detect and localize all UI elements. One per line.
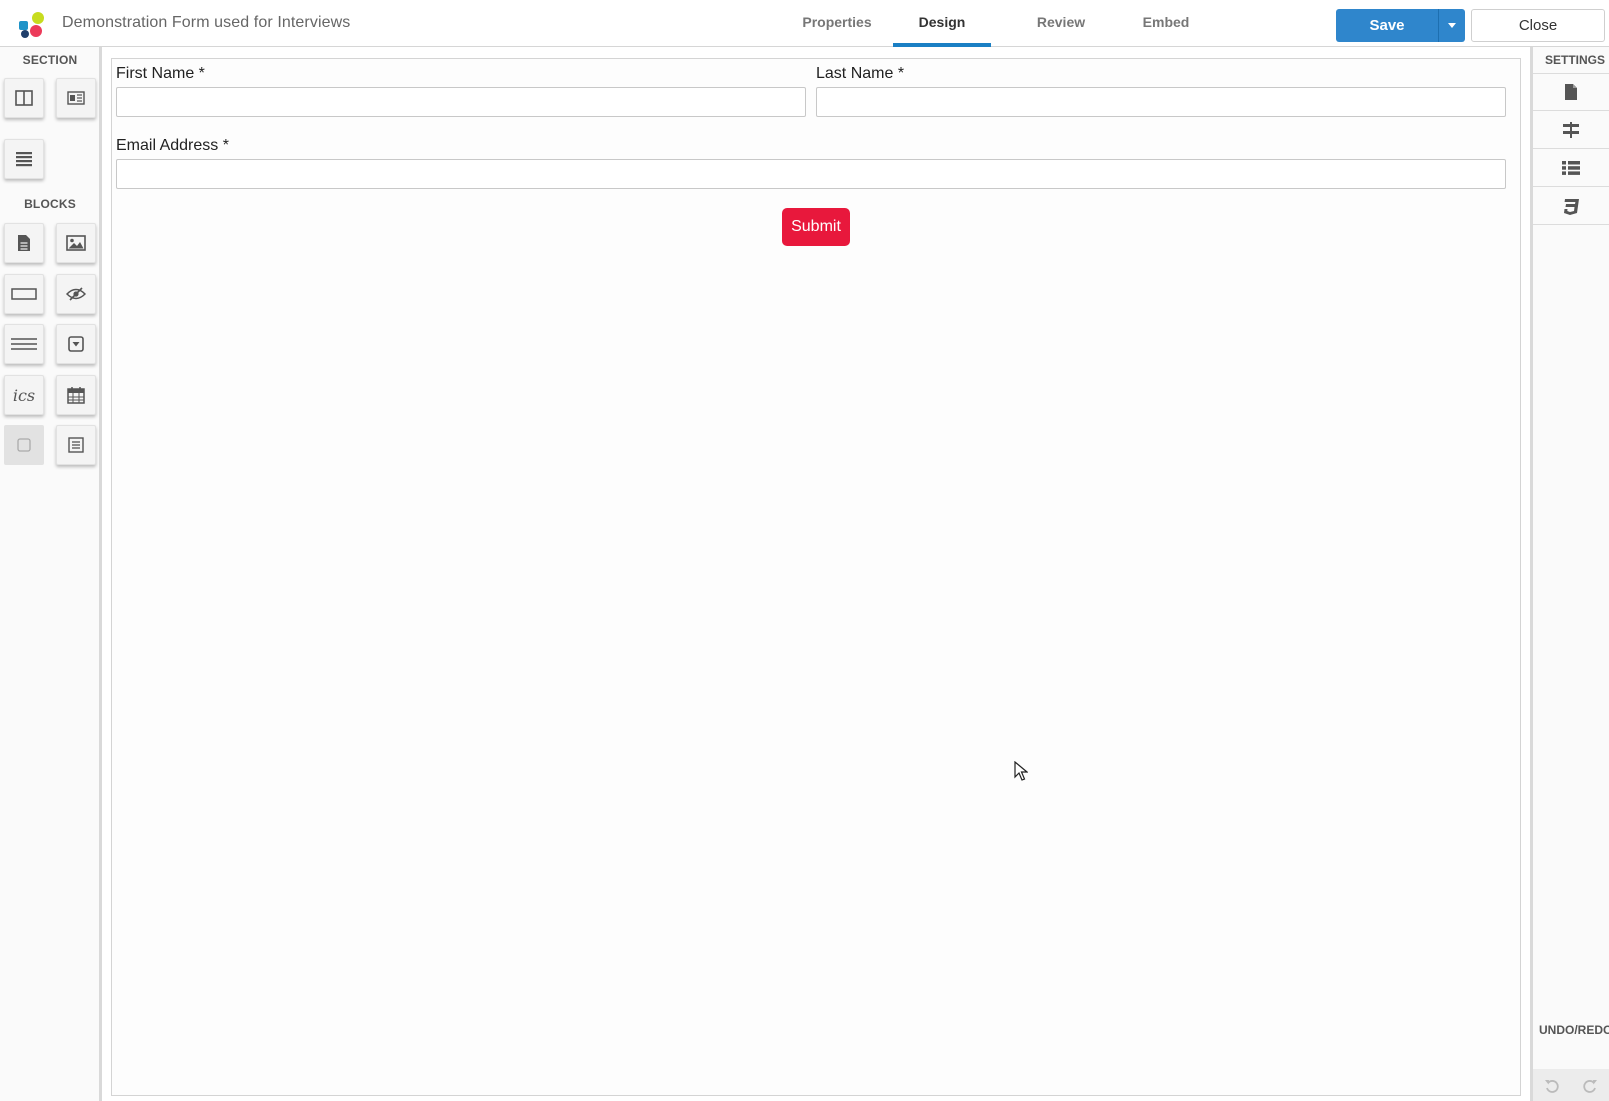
layout-settings-icon [1563, 121, 1579, 138]
checkbox-block-tool[interactable] [4, 425, 44, 465]
undo-redo-heading: UNDO/REDO [1539, 1023, 1609, 1037]
tab-review[interactable]: Review [1026, 0, 1096, 47]
form-title: Demonstration Form used for Interviews [62, 14, 351, 31]
save-button-group: Save [1336, 9, 1465, 42]
text-input-icon [11, 288, 37, 300]
right-sidebar: SETTINGS UNDO/REDO [1530, 47, 1609, 1101]
left-sidebar: SECTION BLOCKS ics [0, 47, 102, 1101]
first-name-input[interactable] [116, 87, 806, 117]
redo-icon[interactable] [1582, 1077, 1598, 1093]
image-icon [66, 235, 86, 251]
hidden-field-icon [66, 287, 86, 301]
section-heading: SECTION [22, 53, 78, 67]
paragraph-icon [11, 338, 37, 350]
list-settings-button[interactable] [1533, 149, 1609, 187]
document-icon [18, 235, 30, 251]
app-logo [19, 12, 44, 38]
undo-icon[interactable] [1544, 1077, 1560, 1093]
document-block-tool[interactable] [4, 223, 44, 263]
rows-icon [16, 152, 32, 167]
tab-bar: Properties Design Review Embed [793, 0, 1201, 47]
page-settings-icon [1565, 84, 1577, 100]
top-bar: Demonstration Form used for Interviews P… [0, 0, 1609, 47]
save-button[interactable]: Save [1336, 9, 1438, 42]
tab-properties[interactable]: Properties [793, 0, 881, 47]
columns-text-icon [67, 91, 85, 105]
checkbox-icon [17, 438, 31, 452]
dropdown-block-tool[interactable] [56, 324, 96, 364]
last-name-label: Last Name * [816, 65, 905, 82]
save-options-dropdown[interactable] [1438, 9, 1465, 42]
rows-section-tool[interactable] [4, 139, 44, 179]
two-column-section-tool[interactable] [4, 78, 44, 118]
close-button[interactable]: Close [1471, 9, 1605, 42]
calendar-icon [67, 387, 85, 404]
blocks-heading: BLOCKS [24, 197, 76, 211]
two-column-icon [15, 90, 33, 106]
settings-heading: SETTINGS [1545, 53, 1606, 67]
signature-icon: ics [12, 385, 36, 405]
paragraph-block-tool[interactable] [4, 324, 44, 364]
list-icon [68, 437, 84, 453]
first-name-label: First Name * [116, 65, 205, 82]
dropdown-icon [68, 336, 84, 352]
submit-button[interactable]: Submit [782, 208, 850, 246]
email-address-label: Email Address * [116, 137, 229, 154]
css-icon [1564, 198, 1579, 215]
text-input-block-tool[interactable] [4, 274, 44, 314]
layout-settings-button[interactable] [1533, 111, 1609, 149]
hidden-field-block-tool[interactable] [56, 274, 96, 314]
tab-embed[interactable]: Embed [1131, 0, 1201, 47]
caret-down-icon [1448, 23, 1456, 28]
list-block-tool[interactable] [56, 425, 96, 465]
list-settings-icon [1562, 160, 1580, 175]
email-address-input[interactable] [116, 159, 1506, 189]
form-canvas: First Name * Last Name * Email Address *… [111, 58, 1521, 1096]
mouse-cursor-icon [1014, 761, 1028, 781]
image-block-tool[interactable] [56, 223, 96, 263]
undo-redo-bar [1533, 1069, 1609, 1101]
last-name-input[interactable] [816, 87, 1506, 117]
page-settings-button[interactable] [1533, 73, 1609, 111]
text-columns-section-tool[interactable] [56, 78, 96, 118]
tab-design[interactable]: Design [893, 0, 991, 47]
css-settings-button[interactable] [1533, 187, 1609, 225]
signature-block-tool[interactable]: ics [4, 375, 44, 415]
calendar-block-tool[interactable] [56, 375, 96, 415]
